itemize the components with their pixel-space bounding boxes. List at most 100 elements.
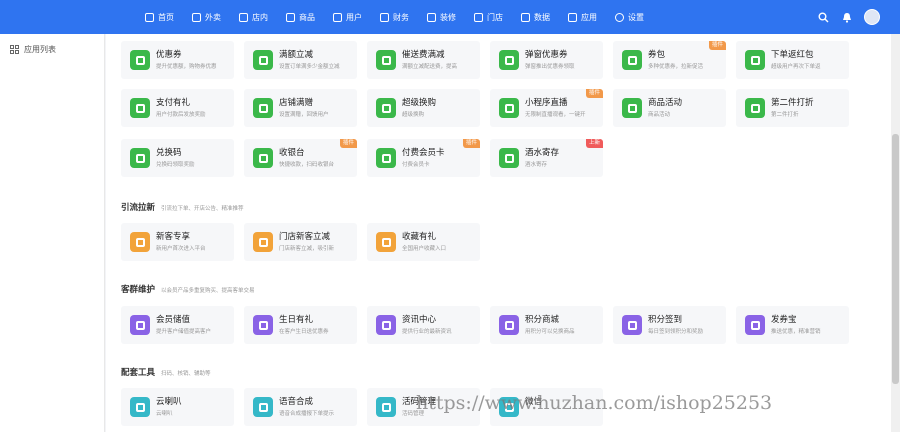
nav-stores[interactable]: 门店 xyxy=(465,0,512,34)
chart-icon xyxy=(521,12,530,22)
app-card-title: 小程序直播 xyxy=(525,97,568,107)
app-card-desc: 多种优惠券，拉新促活 xyxy=(648,64,704,70)
nav-apps[interactable]: 应用 xyxy=(559,0,606,34)
app-card[interactable]: 下单返红包 超级用户再次下单返 xyxy=(736,41,849,79)
app-card-desc: 提升优惠额，购物券优惠 xyxy=(156,64,217,70)
app-card-desc: 在客户生日送优惠券 xyxy=(279,329,329,335)
app-card-desc: 用积分可以兑换商品 xyxy=(525,329,575,335)
app-card-title: 发券宝 xyxy=(771,314,797,324)
app-card-desc: 用户付款后发放奖励 xyxy=(156,112,206,118)
app-icon xyxy=(253,98,273,118)
app-card[interactable]: 小程序直播 无限制直播观看，一键开 插件 xyxy=(490,89,603,127)
app-card-title: 付费会员卡 xyxy=(402,147,445,157)
section-header-customer-care: 客群维护 以会员产品多重复购买、提高客单交易 xyxy=(121,284,255,294)
app-card[interactable]: 店铺满赠设置满赠，回馈用户 xyxy=(244,89,357,127)
app-card[interactable]: 商品活动 商品活动 xyxy=(613,89,726,127)
app-card[interactable]: 积分签到 每日签到领积分和奖励 xyxy=(613,306,726,344)
app-card-title: 酒水寄存 xyxy=(525,147,560,157)
nav-data[interactable]: 数据 xyxy=(512,0,559,34)
sidebar: 应用列表 xyxy=(0,34,105,432)
nav-takeout[interactable]: 外卖 xyxy=(183,0,230,34)
app-card-title: 收银台 xyxy=(279,147,305,157)
app-icon xyxy=(253,50,273,70)
app-card[interactable]: 微信 xyxy=(490,388,603,426)
nav-users[interactable]: 用户 xyxy=(324,0,371,34)
app-card[interactable]: 语音合成 语音合成播报下单提示 xyxy=(244,388,357,426)
app-card[interactable]: 新客专享新用户首次进入平台 xyxy=(121,223,234,261)
app-card-title: 收藏有礼 xyxy=(402,231,437,241)
app-icon xyxy=(130,315,150,335)
app-card-desc: 语音合成播报下单提示 xyxy=(279,411,335,417)
app-card-desc: 设置满赠，回馈用户 xyxy=(279,112,329,118)
app-card[interactable]: 催送费满减 满额立减配送费，提高 xyxy=(367,41,480,79)
app-card-title: 超级换购 xyxy=(402,97,437,107)
gear-icon xyxy=(615,12,624,22)
app-icon xyxy=(499,98,519,118)
app-card[interactable]: 生日有礼 在客户生日送优惠券 xyxy=(244,306,357,344)
app-card[interactable]: 收银台 快捷收款，扫码收银台 插件 xyxy=(244,139,357,177)
app-card[interactable]: 优惠券提升优惠额，购物券优惠 xyxy=(121,41,234,79)
app-icon xyxy=(499,315,519,335)
app-card[interactable]: 券包 多种优惠券，拉新促活 插件 xyxy=(613,41,726,79)
nav-dine-in[interactable]: 店内 xyxy=(230,0,277,34)
scrollbar-thumb[interactable] xyxy=(892,134,899,384)
app-icon xyxy=(499,50,519,70)
app-card[interactable]: 付费会员卡 付费会员卡 插件 xyxy=(367,139,480,177)
app-icon xyxy=(622,98,642,118)
app-card-title: 满额立减 xyxy=(279,49,314,59)
section-header-tools: 配套工具 扫码、核销、辅助等 xyxy=(121,367,211,377)
app-card[interactable]: 收藏有礼 全国用户收藏入口 xyxy=(367,223,480,261)
app-card[interactable]: 兑换码 兑换码领取奖励 xyxy=(121,139,234,177)
top-right-tools xyxy=(816,0,880,34)
app-card[interactable]: 满额立减 设置订单满多少金额立减 xyxy=(244,41,357,79)
nav-finance[interactable]: 财务 xyxy=(371,0,418,34)
app-card-title: 积分签到 xyxy=(648,314,683,324)
app-card-title: 新客专享 xyxy=(156,231,191,241)
app-card[interactable]: 活码管理 活码管理 xyxy=(367,388,480,426)
apps-icon xyxy=(568,12,577,22)
app-card-desc: 无限制直播观看，一键开 xyxy=(525,112,586,118)
search-icon[interactable] xyxy=(816,10,830,24)
app-card-title: 活码管理 xyxy=(402,396,437,406)
app-card[interactable]: 资讯中心 提供行业的最新资讯 xyxy=(367,306,480,344)
app-card-desc: 超级换购 xyxy=(402,112,425,118)
app-card[interactable]: 门店新客立减 门店新客立减，吸引新 xyxy=(244,223,357,261)
app-card-desc: 新用户首次进入平台 xyxy=(156,246,206,252)
app-card[interactable]: 云喇叭 云喇叭 xyxy=(121,388,234,426)
app-card[interactable]: 发券宝 推送优惠，精准营销 xyxy=(736,306,849,344)
bell-icon[interactable] xyxy=(840,10,854,24)
scrollbar[interactable] xyxy=(891,34,900,432)
finance-icon xyxy=(380,12,389,22)
app-icon xyxy=(130,397,150,417)
app-card[interactable]: 酒水寄存 酒水寄存 上新 xyxy=(490,139,603,177)
app-icon xyxy=(130,232,150,252)
sidebar-item-app-list[interactable]: 应用列表 xyxy=(0,34,104,55)
app-card[interactable]: 支付有礼用户付款后发放奖励 xyxy=(121,89,234,127)
app-icon xyxy=(745,315,765,335)
app-card-title: 兑换码 xyxy=(156,147,182,157)
app-icon xyxy=(376,98,396,118)
nav-products[interactable]: 商品 xyxy=(277,0,324,34)
app-card-title: 券包 xyxy=(648,49,666,59)
app-card[interactable]: 积分商城 用积分可以兑换商品 xyxy=(490,306,603,344)
app-card-title: 支付有礼 xyxy=(156,97,191,107)
app-card[interactable]: 会员储值 提升客户储值提高客户 xyxy=(121,306,234,344)
app-card-title: 店铺满赠 xyxy=(279,97,314,107)
app-card[interactable]: 弹窗优惠券 弹窗推出优惠券领取 xyxy=(490,41,603,79)
app-icon xyxy=(253,397,273,417)
app-card-desc: 门店新客立减，吸引新 xyxy=(279,246,335,252)
app-icon xyxy=(253,315,273,335)
app-card-title: 第二件打折 xyxy=(771,97,814,107)
app-card[interactable]: 第二件打折 第二件打折 xyxy=(736,89,849,127)
nav-decoration[interactable]: 装修 xyxy=(418,0,465,34)
nav-home[interactable]: 首页 xyxy=(136,0,183,34)
app-icon xyxy=(253,148,273,168)
app-card[interactable]: 超级换购 超级换购 xyxy=(367,89,480,127)
app-card-desc: 提供行业的最新资讯 xyxy=(402,329,452,335)
card-badge: 插件 xyxy=(339,139,357,148)
app-card-title: 商品活动 xyxy=(648,97,683,107)
nav-settings[interactable]: 设置 xyxy=(606,0,653,34)
avatar[interactable] xyxy=(864,9,880,25)
app-card-title: 优惠券 xyxy=(156,49,182,59)
user-icon xyxy=(333,12,342,22)
